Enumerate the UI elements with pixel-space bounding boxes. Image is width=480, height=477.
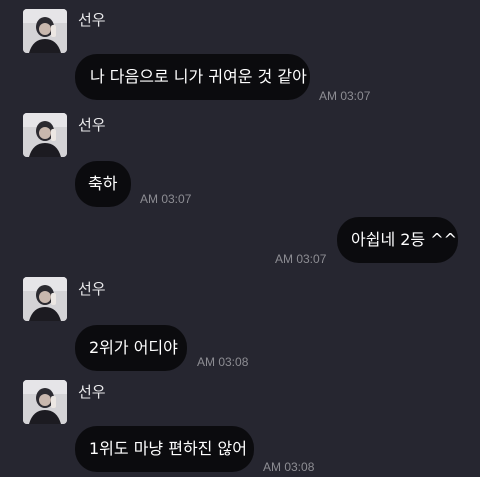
avatar-photo [23,277,67,321]
avatar-photo [23,113,67,157]
message-bubble[interactable]: 나 다음으로 니가 귀여운 것 같아 [75,54,310,100]
message-bubble[interactable]: 2위가 어디야 [75,325,187,371]
message-bubble[interactable]: 1위도 마냥 편하진 않어 [75,426,254,472]
avatar-photo [23,380,67,424]
sender-avatar[interactable] [23,113,67,157]
message-time: AM 03:08 [197,355,249,369]
sender-name: 선우 [78,280,106,298]
message-time: AM 03:08 [263,460,315,474]
message-bubble[interactable]: 축하 [75,161,131,207]
avatar-photo [23,9,67,53]
sender-name: 선우 [78,11,106,29]
sender-name: 선우 [78,116,106,134]
message-time: AM 03:07 [275,252,327,266]
message-time: AM 03:07 [319,89,371,103]
sender-avatar[interactable] [23,277,67,321]
sender-avatar[interactable] [23,380,67,424]
message-time: AM 03:07 [140,192,192,206]
sender-name: 선우 [78,383,106,401]
my-message-bubble[interactable]: 아쉽네 2등 ^^ [337,217,458,263]
sender-avatar[interactable] [23,9,67,53]
